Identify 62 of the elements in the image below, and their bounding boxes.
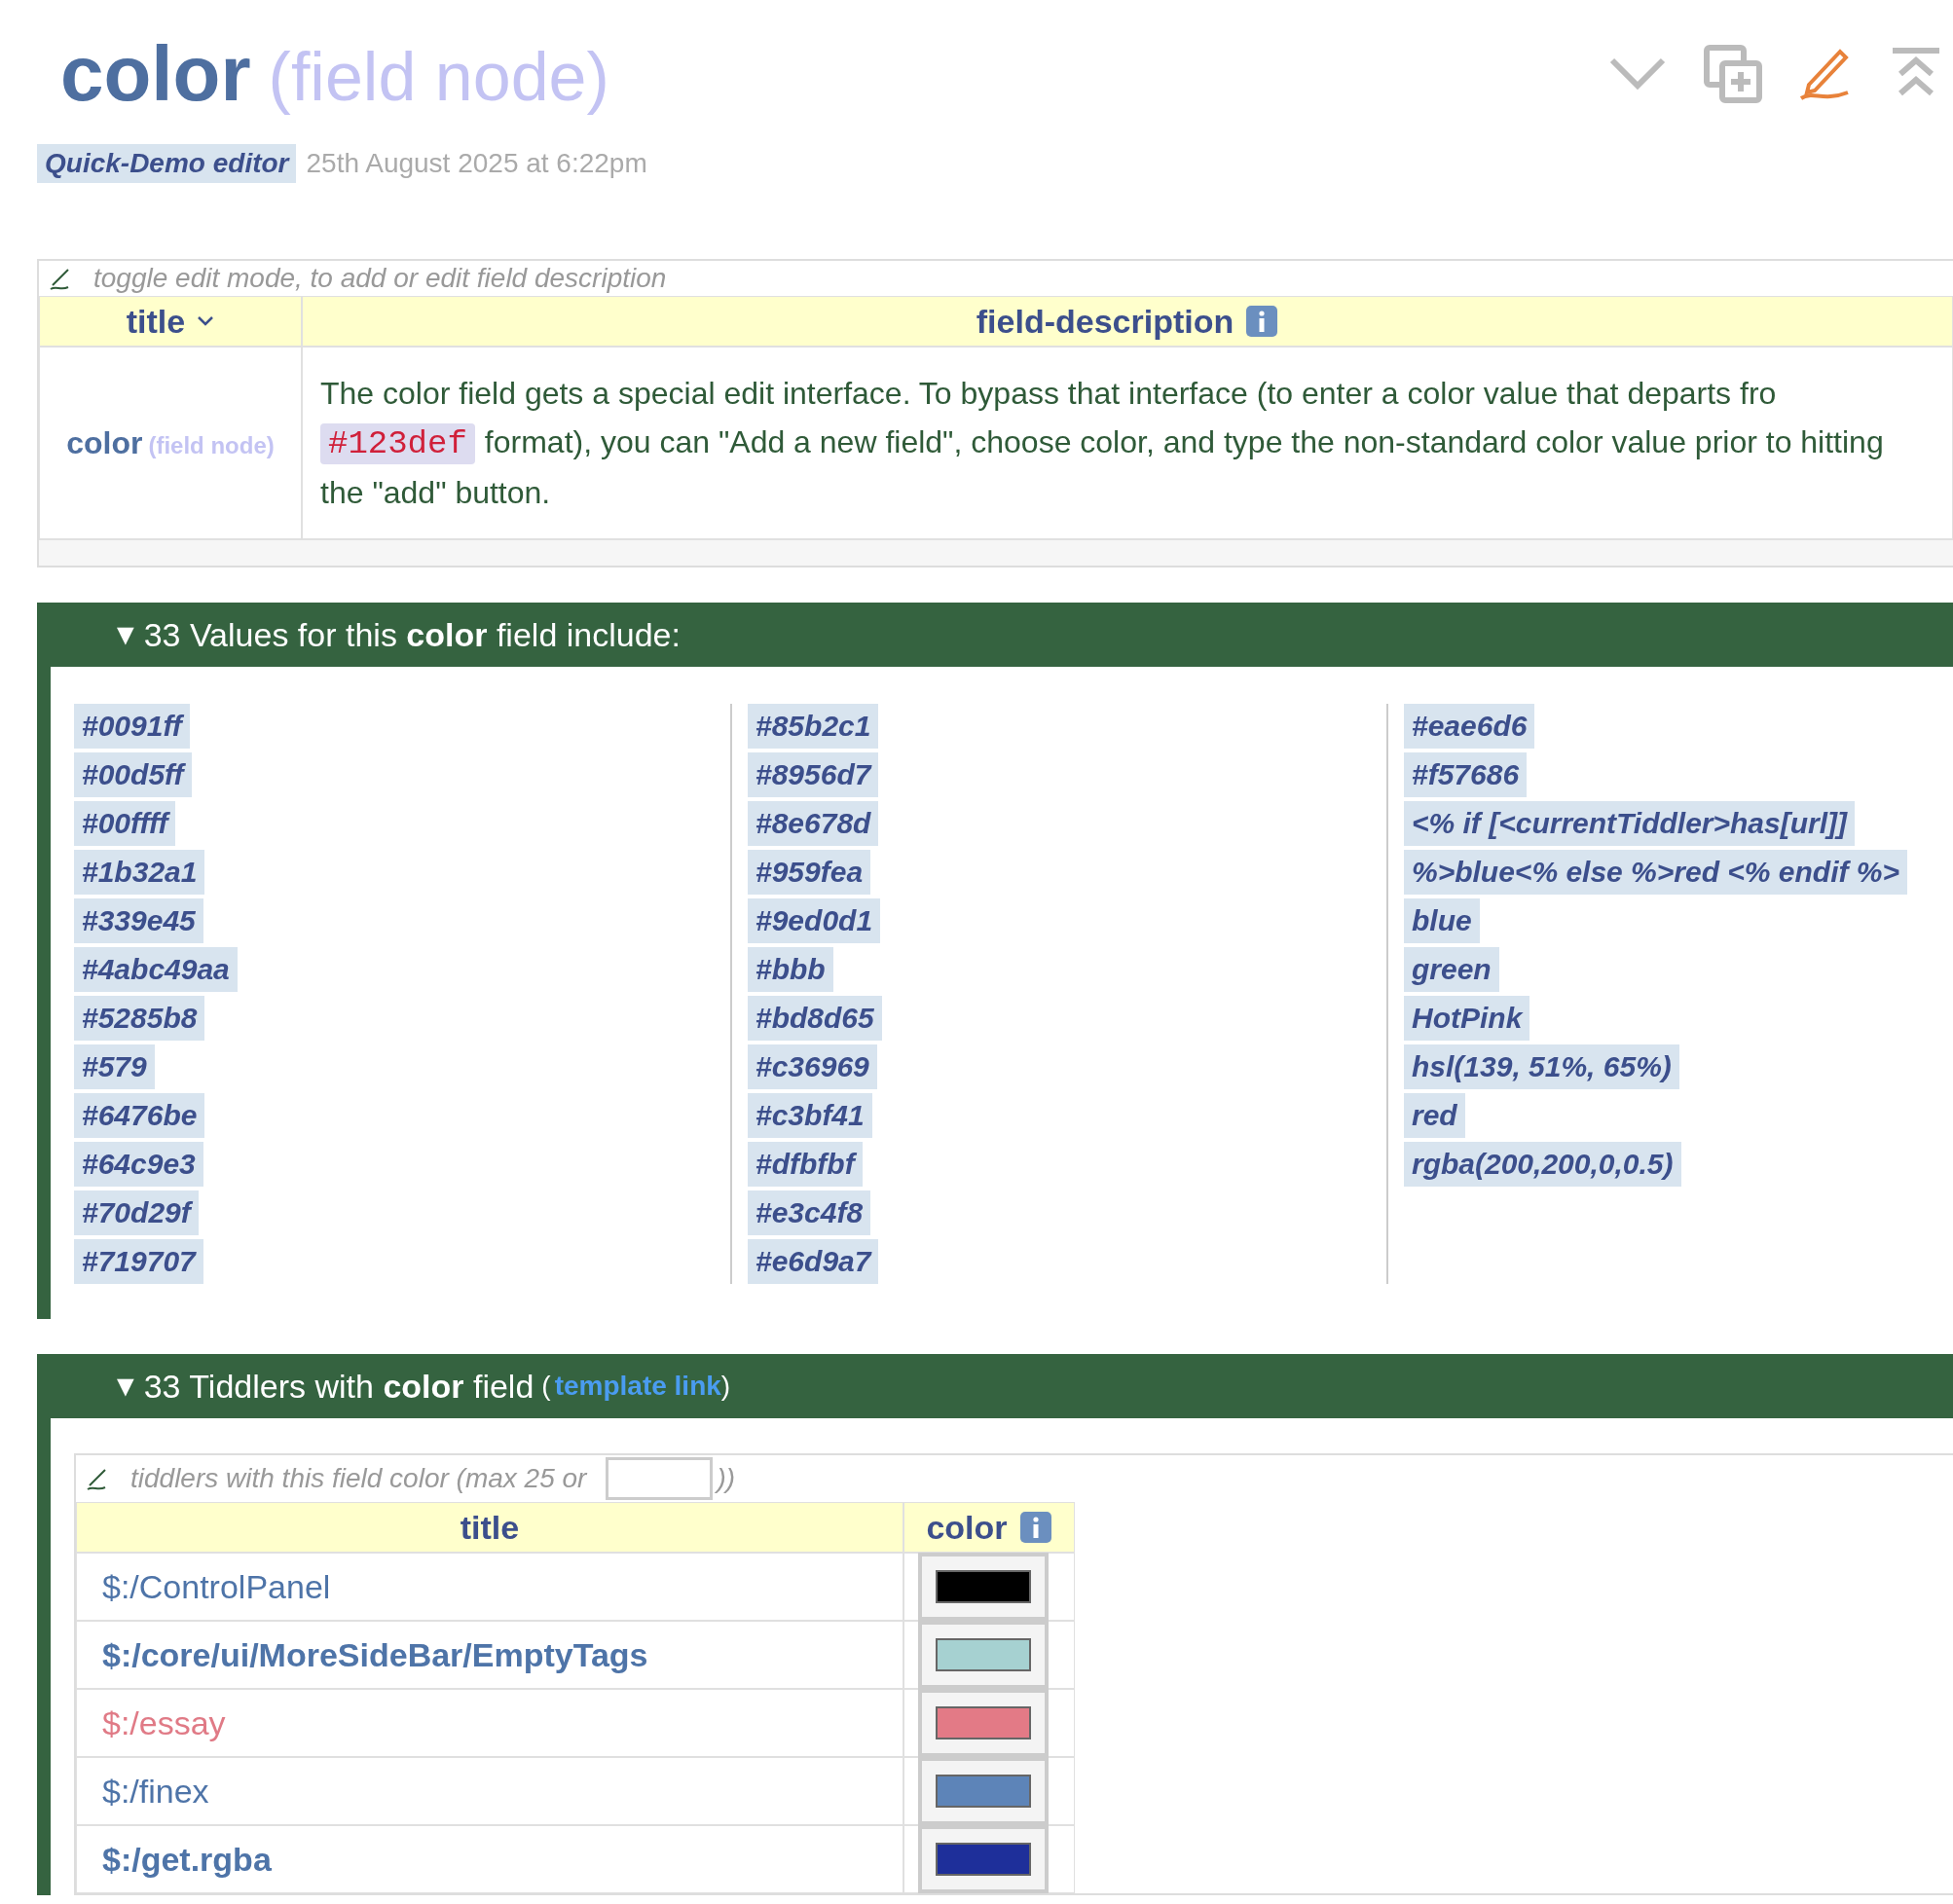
column-title: title	[126, 302, 186, 341]
modified-date: 25th August 2025 at 6:22pm	[306, 148, 647, 179]
value-tag[interactable]: #00d5ff	[74, 752, 192, 797]
value-tag[interactable]: #c3bf41	[748, 1093, 872, 1138]
value-tag[interactable]: rgba(200,200,0,0.5)	[1404, 1142, 1681, 1187]
paren-text: )	[720, 1371, 731, 1402]
value-tag[interactable]: #f57686	[1404, 752, 1528, 797]
edit-mode-hint: tiddlers with this field color (max 25 or	[130, 1463, 587, 1494]
hint-end-text: ))	[717, 1463, 736, 1494]
value-tag[interactable]: #5285b8	[74, 996, 205, 1041]
value-tag[interactable]: %>blue<% else %>red <% endif %>	[1404, 850, 1908, 895]
column-header[interactable]: title	[76, 1502, 903, 1553]
tiddler-link[interactable]: $:/ControlPanel	[102, 1567, 331, 1606]
value-tag[interactable]: #8956d7	[748, 752, 879, 797]
field-title[interactable]: color (field node)	[66, 424, 275, 461]
value-tag[interactable]: #6476be	[74, 1093, 205, 1138]
column-title: color	[926, 1508, 1008, 1547]
value-tag[interactable]: #eae6d6	[1404, 704, 1535, 749]
value-tag[interactable]: #0091ff	[74, 704, 190, 749]
edit-mode-hint: toggle edit mode, to add or edit field description	[93, 263, 667, 294]
value-tag[interactable]: #e3c4f8	[748, 1190, 871, 1235]
section-title: 33 Values for this color field include:	[143, 615, 681, 654]
value-tag[interactable]: #70d29f	[74, 1190, 199, 1235]
modifier-link[interactable]: Quick-Demo editor	[37, 144, 297, 183]
tiddler-title: color (field node)	[60, 29, 609, 119]
chevron-down-icon[interactable]	[197, 315, 215, 327]
section-title: 33 Tiddlers with color field	[143, 1367, 534, 1406]
value-tag[interactable]: #00ffff	[74, 801, 176, 846]
info-icon[interactable]	[1018, 1511, 1052, 1544]
value-tag[interactable]: green	[1404, 947, 1499, 992]
value-tag[interactable]: red	[1404, 1093, 1465, 1138]
tiddler-link[interactable]: $:/finex	[102, 1772, 209, 1811]
value-tag[interactable]: #85b2c1	[748, 704, 879, 749]
value-tag[interactable]: #4abc49aa	[74, 947, 238, 992]
value-tag[interactable]: #8e678d	[748, 801, 879, 846]
paren-text: (	[541, 1371, 551, 1402]
column-title: field-description	[976, 302, 1234, 341]
collapse-toggle[interactable]: ▼	[111, 618, 144, 651]
value-tag[interactable]: #719707	[74, 1239, 203, 1284]
value-tag[interactable]: #e6d9a7	[748, 1239, 879, 1284]
tiddler-link[interactable]: $:/get.rgba	[102, 1840, 272, 1879]
value-tag[interactable]: <% if [<currentTiddler>has[url]]	[1404, 801, 1856, 846]
column-header[interactable]: color	[903, 1502, 1075, 1553]
value-tag[interactable]: #1b32a1	[74, 850, 205, 895]
value-tag[interactable]: blue	[1404, 898, 1480, 943]
value-tag[interactable]: #9ed0d1	[748, 898, 881, 943]
value-tag[interactable]: #bd8d65	[748, 996, 882, 1041]
value-tag[interactable]: #579	[74, 1044, 155, 1089]
value-tag[interactable]: #339e45	[74, 898, 203, 943]
value-tag[interactable]: #dfbfbf	[748, 1142, 863, 1187]
field-description-text: The color field gets a special edit interface. To bypass that interface (to enter a color value that departs fro #123def format), you can "Add a new field", choose color, and type the non-standard color value prior to hitting the "add" button.	[320, 375, 1885, 512]
value-tag[interactable]: #959fea	[748, 850, 871, 895]
info-icon[interactable]	[1245, 305, 1279, 338]
collapse-toggle[interactable]: ▼	[111, 1370, 144, 1403]
value-tag[interactable]: HotPink	[1404, 996, 1530, 1041]
max-input-field[interactable]	[606, 1457, 714, 1500]
value-tag[interactable]: #bbb	[748, 947, 833, 992]
column-header[interactable]: title	[39, 296, 302, 347]
value-tag[interactable]: #64c9e3	[74, 1142, 203, 1187]
column-title: title	[460, 1508, 520, 1547]
value-tag[interactable]: hsl(139, 51%, 65%)	[1404, 1044, 1679, 1089]
value-tag[interactable]: #c36969	[748, 1044, 877, 1089]
